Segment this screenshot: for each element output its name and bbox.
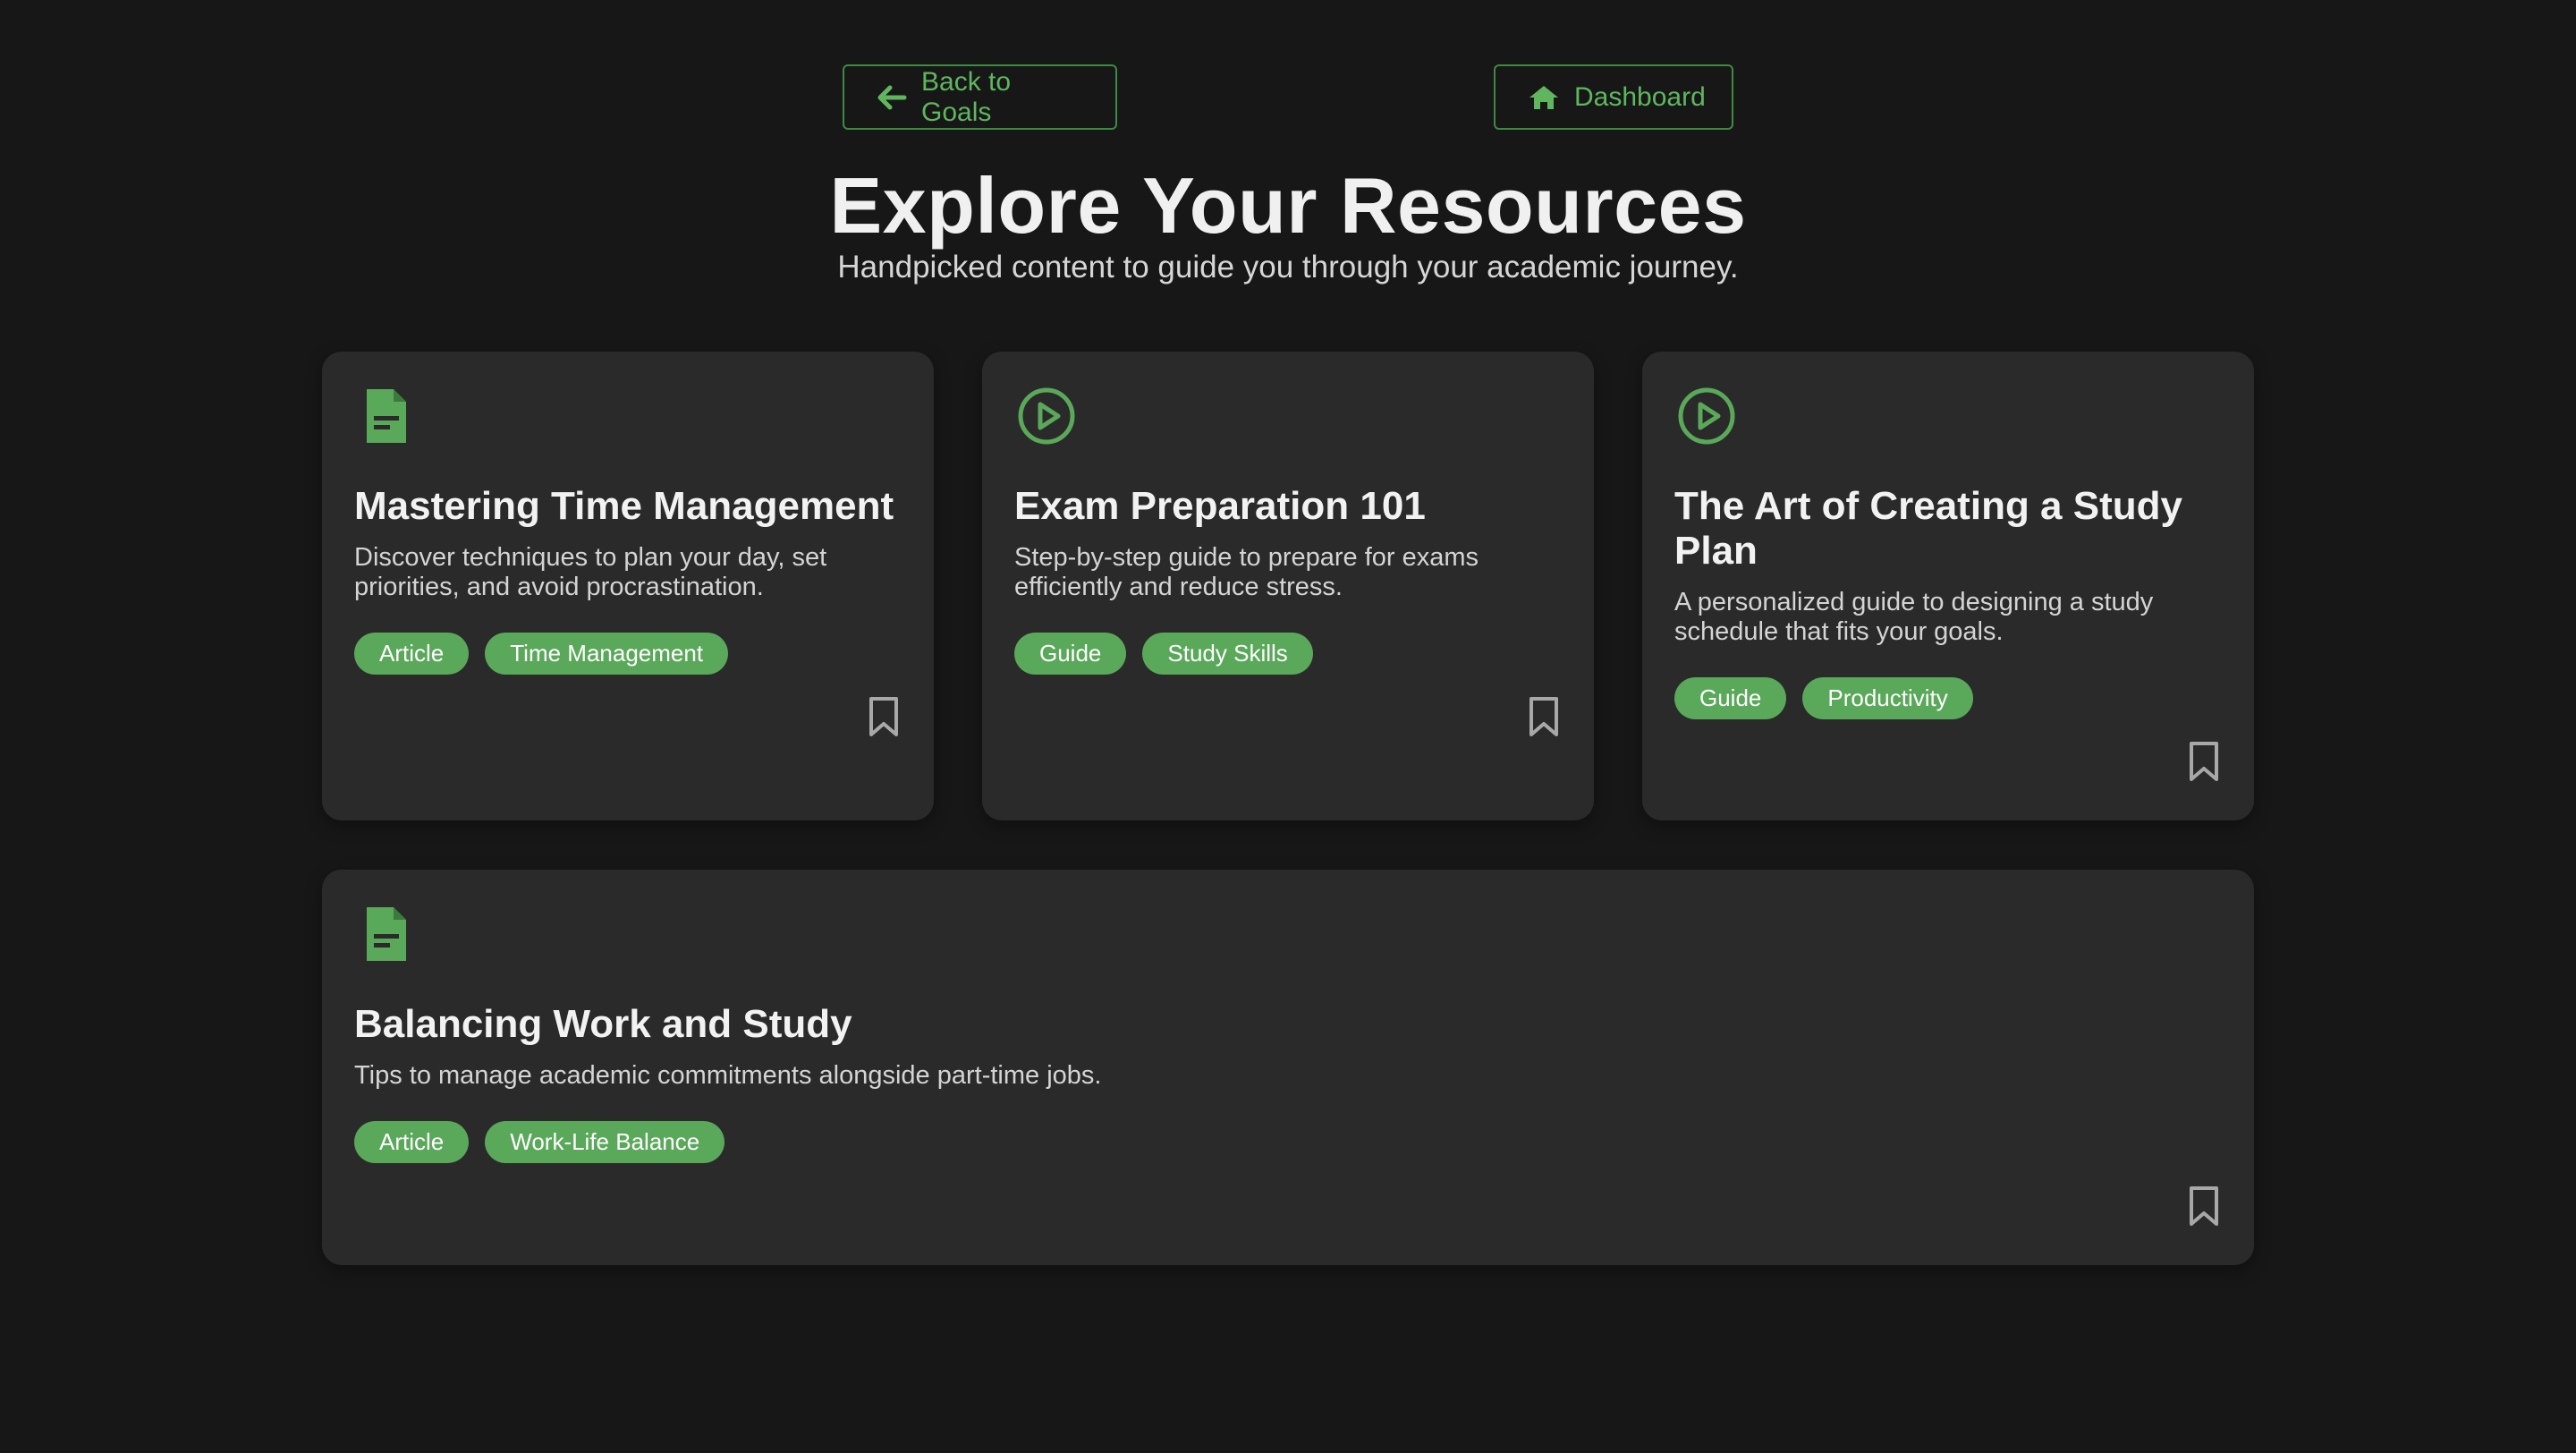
arrow-left-icon <box>877 84 907 111</box>
resource-description: A personalized guide to designing a stud… <box>1674 588 2154 646</box>
resource-card[interactable]: Mastering Time Management Discover techn… <box>322 352 934 820</box>
tag-list: Guide Productivity <box>1674 677 2222 719</box>
tag[interactable]: Article <box>354 1121 470 1163</box>
resource-card[interactable]: Balancing Work and Study Tips to manage … <box>322 870 2254 1265</box>
document-icon <box>354 902 2222 966</box>
tag[interactable]: Guide <box>1014 633 1127 675</box>
bookmark-icon[interactable] <box>1526 695 1562 738</box>
tag-list: Article Time Management <box>354 633 902 675</box>
back-to-goals-label: Back to Goals <box>921 66 1012 127</box>
tag-list: Guide Study Skills <box>1014 633 1562 675</box>
resource-card[interactable]: Exam Preparation 101 Step-by-step guide … <box>982 352 1594 820</box>
top-navigation: Back to Goals Dashboard <box>843 64 1733 130</box>
back-to-goals-button[interactable]: Back to Goals <box>843 64 1117 130</box>
bookmark-icon[interactable] <box>2186 1185 2222 1228</box>
bookmark-icon[interactable] <box>2186 740 2222 783</box>
dashboard-button[interactable]: Dashboard <box>1494 64 1733 130</box>
page-subtitle: Handpicked content to guide you through … <box>837 250 1739 285</box>
play-circle-icon <box>1014 384 1562 448</box>
tag[interactable]: Productivity <box>1802 677 1973 719</box>
page-title: Explore Your Resources <box>829 161 1747 250</box>
resource-title: The Art of Creating a Study Plan <box>1674 484 2182 573</box>
page-header: Explore Your Resources Handpicked conten… <box>0 159 2576 288</box>
tag[interactable]: Guide <box>1674 677 1787 719</box>
document-icon <box>354 384 902 448</box>
resource-description: Discover techniques to plan your day, se… <box>354 543 827 601</box>
tag[interactable]: Work-Life Balance <box>485 1121 725 1163</box>
home-icon <box>1528 84 1560 111</box>
dashboard-label: Dashboard <box>1574 81 1706 112</box>
resource-description: Tips to manage academic commitments alon… <box>354 1061 1102 1090</box>
resource-card[interactable]: The Art of Creating a Study Plan A perso… <box>1642 352 2254 820</box>
resource-description: Step-by-step guide to prepare for exams … <box>1014 543 1479 601</box>
resource-title: Exam Preparation 101 <box>1014 484 1426 528</box>
tag-list: Article Work-Life Balance <box>354 1121 2222 1163</box>
bookmark-icon[interactable] <box>866 695 902 738</box>
play-circle-icon <box>1674 384 2222 448</box>
tag[interactable]: Time Management <box>485 633 729 675</box>
resource-title: Mastering Time Management <box>354 484 894 528</box>
tag[interactable]: Article <box>354 633 470 675</box>
resource-title: Balancing Work and Study <box>354 1002 852 1046</box>
tag[interactable]: Study Skills <box>1142 633 1313 675</box>
